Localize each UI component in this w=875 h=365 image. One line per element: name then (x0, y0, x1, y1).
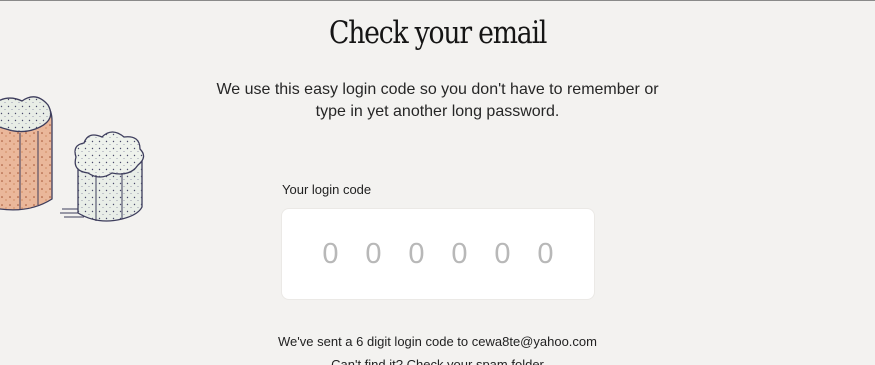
login-code-label: Your login code (282, 182, 372, 197)
spam-folder-hint: Can't find it? Check your spam folder (331, 357, 544, 365)
code-digit-6[interactable]: 0 (537, 238, 555, 271)
login-code-input[interactable]: 0 0 0 0 0 0 (281, 208, 595, 300)
code-digit-4[interactable]: 0 (451, 238, 469, 271)
marshmallow-illustration (0, 96, 145, 222)
code-sent-message: We've sent a 6 digit login code to cewa8… (278, 334, 597, 349)
login-code-page: Check your email We use this easy login … (0, 0, 875, 365)
page-title: Check your email (328, 15, 547, 51)
code-digit-2[interactable]: 0 (365, 238, 383, 271)
code-digit-1[interactable]: 0 (322, 238, 340, 271)
code-digit-3[interactable]: 0 (408, 238, 426, 271)
code-digit-5[interactable]: 0 (494, 238, 512, 271)
